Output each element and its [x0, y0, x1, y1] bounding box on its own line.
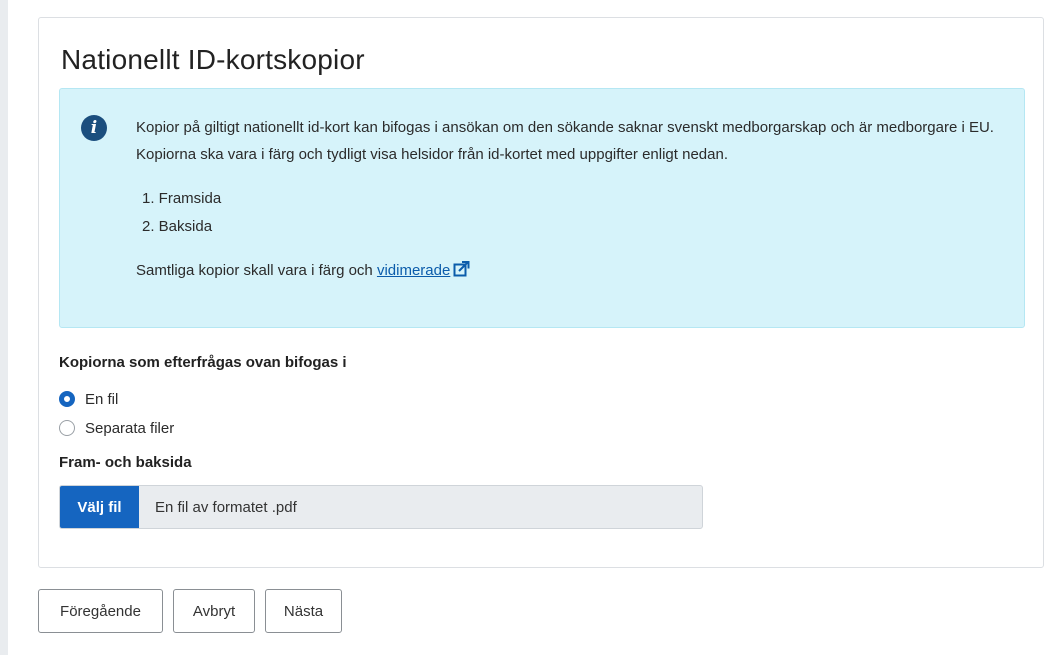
vidimerade-link[interactable]: vidimerade: [376, 261, 470, 281]
info-note: Samtliga kopior skall vara i färg och vi…: [136, 261, 470, 281]
info-text: Kopior på giltigt nationellt id-kort kan…: [136, 119, 994, 163]
file-placeholder: En fil av formatet .pdf: [155, 498, 297, 516]
info-list: 1. Framsida 2. Baksida: [142, 185, 221, 241]
external-link-icon: [453, 261, 470, 281]
cancel-button[interactable]: Avbryt: [173, 589, 255, 633]
radio-label: Separata filer: [85, 419, 175, 437]
choose-file-button[interactable]: Välj fil: [60, 486, 139, 528]
info-icon: i: [81, 115, 107, 141]
radio-button-checked[interactable]: [59, 391, 75, 407]
radio-label: En fil: [85, 390, 119, 408]
info-box: i Kopior på giltigt nationellt id-kort k…: [59, 88, 1025, 328]
vidimerade-link-text: vidimerade: [376, 262, 451, 279]
navigation-buttons: Föregående Avbryt Nästa: [38, 589, 352, 633]
list-item: 1. Framsida: [142, 190, 222, 207]
file-label: Fram- och baksida: [59, 454, 192, 471]
radio-option-separata-filer[interactable]: Separata filer: [59, 417, 174, 439]
list-item: 2. Baksida: [142, 218, 213, 235]
left-rail: [0, 0, 8, 655]
main-area: Nationellt ID-kortskopior i Kopior på gi…: [8, 0, 1055, 655]
next-button[interactable]: Nästa: [265, 589, 342, 633]
info-note-text: Samtliga kopior skall vara i färg och: [136, 262, 377, 279]
radio-option-en-fil[interactable]: En fil: [59, 388, 118, 410]
attachment-label: Kopiorna som efterfrågas ovan bifogas i: [59, 354, 347, 371]
id-card-copies-card: Nationellt ID-kortskopior i Kopior på gi…: [38, 17, 1044, 568]
file-upload-field[interactable]: Välj fil En fil av formatet .pdf: [59, 485, 703, 529]
previous-button[interactable]: Föregående: [38, 589, 163, 633]
card-title: Nationellt ID-kortskopior: [61, 44, 365, 75]
radio-button-unchecked[interactable]: [59, 420, 75, 436]
